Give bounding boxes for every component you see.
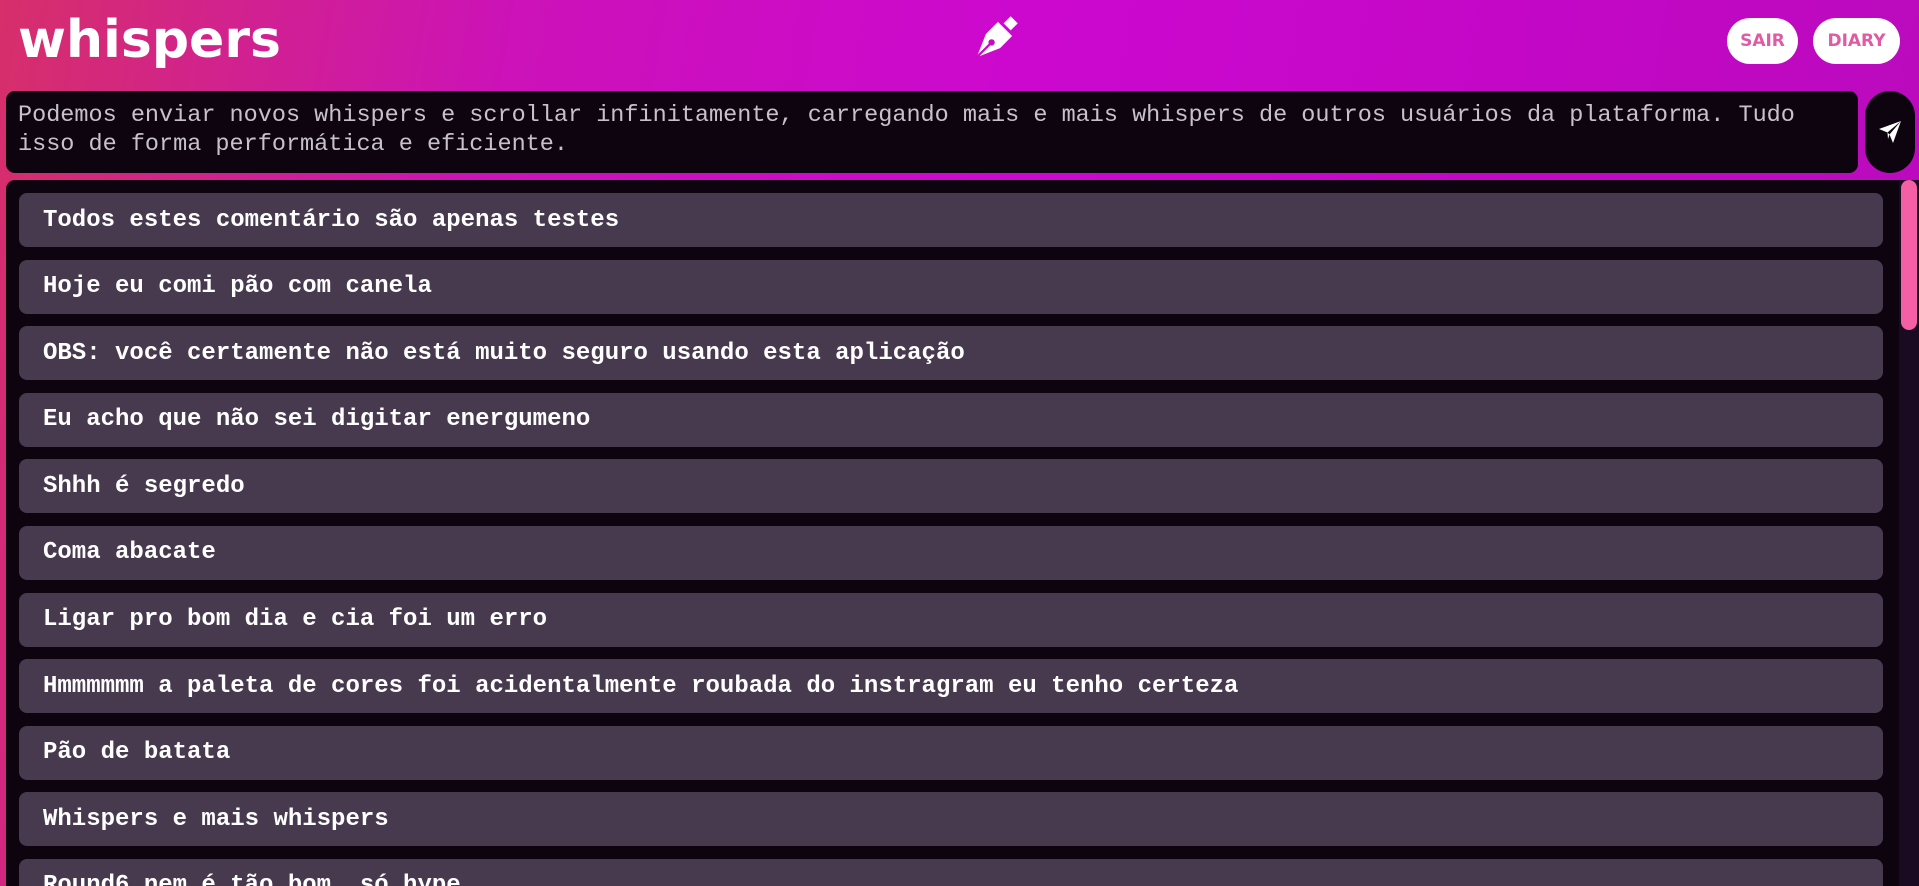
whisper-item: Ligar pro bom dia e cia foi um erro: [19, 592, 1883, 647]
whisper-input[interactable]: [18, 101, 1846, 163]
whisper-composer: [6, 91, 1858, 173]
paper-plane-icon: [1879, 121, 1901, 143]
fountain-pen-icon: [975, 16, 1018, 59]
scrollbar-thumb[interactable]: [1901, 180, 1917, 330]
whisper-item: Pão de batata: [19, 725, 1883, 780]
app-header: whispers SAIR DIARY: [0, 0, 1919, 86]
whisper-item: Coma abacate: [19, 525, 1883, 580]
whisper-item: Hoje eu comi pão com canela: [19, 259, 1883, 314]
whisper-item: Whispers e mais whispers: [19, 792, 1883, 847]
whisper-item: Shhh é segredo: [19, 459, 1883, 514]
whisper-feed: Todos estes comentário são apenas testes…: [6, 180, 1919, 886]
app-logo: whispers: [18, 10, 281, 70]
whisper-list: Todos estes comentário são apenas testes…: [19, 193, 1883, 886]
whisper-item: Todos estes comentário são apenas testes: [19, 193, 1883, 247]
whisper-item: Round6 nem é tão bom, só hype: [19, 858, 1883, 886]
diary-button[interactable]: DIARY: [1813, 18, 1900, 64]
logout-button[interactable]: SAIR: [1727, 18, 1798, 64]
whisper-item: Eu acho que não sei digitar energumeno: [19, 392, 1883, 447]
send-button[interactable]: [1865, 91, 1915, 173]
whisper-item: Hmmmmmm a paleta de cores foi acidentalm…: [19, 659, 1883, 714]
whisper-item: OBS: você certamente não está muito segu…: [19, 326, 1883, 381]
